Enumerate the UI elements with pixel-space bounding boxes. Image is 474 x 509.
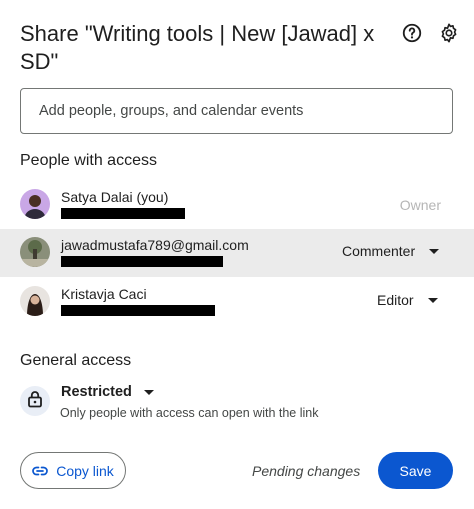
email-redaction-bar [61,208,185,219]
dropdown-arrow-icon [429,248,440,254]
add-people-input[interactable] [20,88,453,134]
lock-icon [27,390,43,413]
copy-link-button[interactable]: Copy link [20,452,126,489]
role-dropdown-editor[interactable]: Editor [377,292,438,308]
help-circle-icon [401,22,423,49]
dialog-title: Share "Writing tools | New [Jawad] x SD" [20,21,375,74]
avatar [20,189,50,219]
dropdown-arrow-icon [143,389,154,395]
person-row-commenter: jawadmustafa789@gmail.com Commenter [0,229,474,277]
access-description: Only people with access can open with th… [60,406,319,420]
person-name: Kristavja Caci [61,286,147,302]
role-dropdown-commenter[interactable]: Commenter [342,243,440,259]
lock-icon-container [20,386,50,416]
dropdown-arrow-icon [427,297,438,303]
email-redaction-bar [61,305,215,316]
general-access-title: General access [20,352,132,369]
person-row-editor: Kristavja Caci Editor [0,278,474,326]
general-access-dropdown[interactable]: Restricted [61,384,154,400]
avatar [20,286,50,316]
link-icon [32,463,49,479]
person-name: Satya Dalai (you) [61,189,169,205]
copy-link-label: Copy link [56,462,114,479]
person-name: jawadmustafa789@gmail.com [61,237,249,253]
people-with-access-title: People with access [20,152,157,169]
avatar [20,237,50,267]
settings-button[interactable] [436,22,462,48]
email-redaction-bar [61,256,223,267]
role-label-owner: Owner [399,197,441,213]
role-label: Commenter [342,243,416,259]
pending-changes-text: Pending changes [252,463,361,479]
role-label: Editor [377,292,414,308]
save-button[interactable]: Save [378,452,453,489]
help-button[interactable] [399,22,425,48]
access-level-label: Restricted [61,384,132,400]
person-row-owner: Satya Dalai (you) Owner [0,181,474,229]
gear-icon [438,22,460,49]
